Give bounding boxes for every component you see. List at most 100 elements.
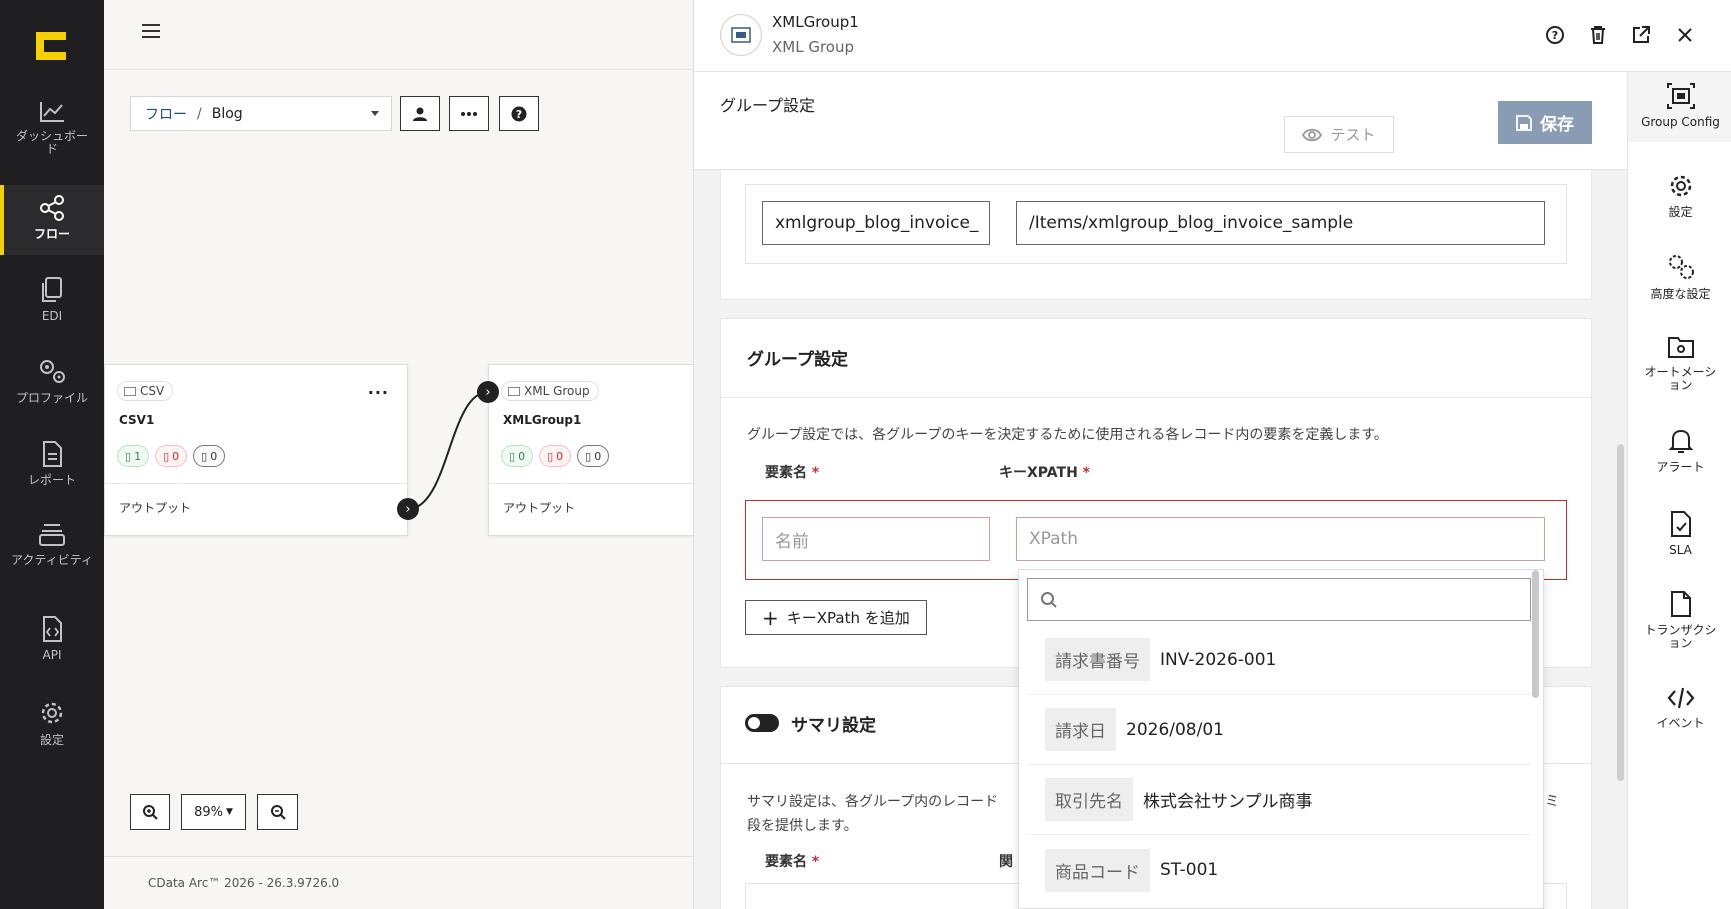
pending-count-badge[interactable]: ▯ 0 — [193, 445, 226, 467]
success-count-badge[interactable]: ▯ 0 — [501, 445, 534, 467]
help-circle-icon: ? — [1546, 26, 1564, 44]
left-sidebar: ダッシュボード フロー EDI プロファイル レポート アクティビティ API … — [0, 0, 104, 909]
pending-count: 0 — [210, 449, 218, 463]
tab-label: SLA — [1669, 543, 1692, 557]
test-button[interactable]: テスト — [1284, 116, 1394, 153]
delete-button[interactable] — [1587, 24, 1609, 46]
add-key-xpath-button[interactable]: + キーXPath を追加 — [745, 600, 927, 635]
close-button[interactable] — [1674, 24, 1696, 46]
tab-transactions[interactable]: トランザクション — [1628, 590, 1731, 650]
external-link-icon — [1633, 26, 1650, 43]
zoom-level: 89% — [194, 804, 223, 820]
xml-group-icon — [731, 27, 751, 43]
error-count: 0 — [556, 449, 564, 463]
code-icon — [1667, 687, 1694, 709]
nav-dashboard[interactable]: ダッシュボード — [0, 100, 104, 156]
flow-canvas[interactable]: フロー / Blog ? CSV ··· CSV1 ▯ 1 ▯ 0 ▯ 0 アウトプッ… — [104, 0, 693, 909]
tab-label: アラート — [1656, 460, 1705, 474]
save-label: 保存 — [1540, 115, 1574, 135]
success-count: 1 — [134, 449, 142, 463]
xml-group-icon — [508, 386, 520, 396]
element-name-input[interactable]: 名前 — [762, 517, 990, 561]
save-button[interactable]: 保存 — [1498, 101, 1592, 144]
nav-edi[interactable]: EDI — [0, 276, 104, 323]
error-count-badge[interactable]: ▯ 0 — [155, 445, 188, 467]
row-container: xmlgroup_blog_invoice_ /Items/xmlgroup_b… — [745, 184, 1567, 264]
trash-icon — [1591, 26, 1605, 44]
node-type-label: CSV — [140, 384, 165, 398]
tab-sla[interactable]: SLA — [1628, 510, 1731, 557]
plus-icon: + — [762, 605, 779, 630]
tab-group-config[interactable]: Group Config — [1628, 72, 1731, 142]
panel-content[interactable]: グループ設定 テスト 保存 xmlgroup_blog_invoice_ /It… — [694, 72, 1627, 909]
app-logo[interactable] — [34, 30, 68, 62]
error-count: 0 — [172, 449, 180, 463]
tab-advanced[interactable]: 高度な設定 — [1628, 252, 1731, 301]
dropdown-option[interactable]: 取引先名 株式会社サンプル商事 — [1027, 765, 1531, 835]
dropdown-option[interactable]: 請求書番号 INV-2026-001 — [1027, 625, 1531, 695]
file-error-icon: ▯ — [547, 449, 554, 463]
option-value: ST-001 — [1160, 860, 1219, 880]
output-port-icon[interactable]: › — [397, 498, 419, 520]
copyright: CData Arc™ 2026 - 26.3.9726.0 — [148, 876, 340, 890]
csv-node[interactable]: CSV ··· CSV1 ▯ 1 ▯ 0 ▯ 0 アウトプット — [104, 364, 408, 536]
file-icon: ▯ — [585, 449, 592, 463]
summary-partial-label: 関 — [999, 854, 1013, 870]
pending-count-badge[interactable]: ▯ 0 — [577, 445, 610, 467]
code-file-icon — [43, 616, 62, 642]
open-new-window-button[interactable] — [1630, 24, 1652, 46]
xpath-suggestion-dropdown[interactable]: 請求書番号 INV-2026-001 請求日 2026/08/01 取引先名 株… — [1018, 569, 1544, 909]
nav-label: フロー — [33, 227, 70, 241]
tab-label: オートメーション — [1644, 365, 1717, 392]
nav-reports[interactable]: レポート — [0, 440, 104, 487]
zoom-in-button[interactable] — [130, 794, 170, 830]
help-button[interactable]: ? — [1544, 24, 1566, 46]
tab-automation[interactable]: オートメーション — [1628, 334, 1731, 392]
option-value: 2026/08/01 — [1126, 719, 1224, 740]
dropdown-search-input[interactable] — [1027, 578, 1531, 621]
zoom-out-button[interactable] — [257, 794, 298, 830]
card-title: グループ設定 — [747, 350, 848, 370]
dropdown-option[interactable]: 請求日 2026/08/01 — [1027, 695, 1531, 765]
file-error-icon: ▯ — [163, 449, 170, 463]
summary-description: サマリ設定は、各グループ内のレコード — [747, 794, 999, 810]
option-value: 株式会社サンプル商事 — [1143, 792, 1313, 812]
xmlgroup-node[interactable]: XML Group XMLGroup1 ▯ 0 ▯ 0 ▯ 0 アウトプット — [488, 364, 693, 536]
key-xpath-input[interactable]: XPath — [1016, 517, 1545, 561]
stack-icon — [39, 524, 65, 546]
group-xpath-field[interactable]: /Items/xmlgroup_blog_invoice_sample — [1016, 201, 1545, 245]
nav-api[interactable]: API — [0, 615, 104, 662]
tab-settings[interactable]: 設定 — [1628, 172, 1731, 219]
error-count-badge[interactable]: ▯ 0 — [539, 445, 572, 467]
input-port-icon[interactable]: › — [477, 381, 499, 403]
summary-element-name-label: 要素名 * — [765, 854, 820, 870]
svg-text:?: ? — [1552, 29, 1558, 42]
pending-count: 0 — [594, 449, 602, 463]
card-description: グループ設定では、各グループのキーを決定するために使用される各レコード内の要素を… — [747, 427, 1388, 443]
zoom-level-select[interactable]: 89% ▼ — [181, 794, 246, 830]
tab-events[interactable]: イベント — [1628, 685, 1731, 730]
search-icon — [1041, 592, 1057, 608]
nav-activity[interactable]: アクティビティ — [0, 520, 104, 567]
folder-gear-icon — [1667, 337, 1694, 358]
tab-label: トランザクション — [1644, 623, 1717, 650]
nav-label: アクティビティ — [11, 553, 93, 567]
save-icon — [1516, 114, 1532, 131]
connector-avatar — [720, 14, 762, 56]
share-nodes-icon — [40, 195, 64, 221]
group-config-icon — [1666, 83, 1695, 109]
dropdown-option[interactable]: 商品コード ST-001 — [1027, 835, 1531, 905]
summary-toggle[interactable] — [745, 714, 779, 732]
nav-settings[interactable]: 設定 — [0, 698, 104, 747]
node-menu-icon[interactable]: ··· — [368, 383, 389, 402]
tab-alerts[interactable]: アラート — [1628, 427, 1731, 474]
success-count-badge[interactable]: ▯ 1 — [117, 445, 150, 467]
dropdown-scrollbar[interactable] — [1532, 570, 1539, 698]
content-scrollbar[interactable] — [1617, 444, 1624, 781]
success-count: 0 — [518, 449, 526, 463]
nav-flows[interactable]: フロー — [0, 185, 104, 255]
nav-profile[interactable]: プロファイル — [0, 356, 104, 405]
group-name-field[interactable]: xmlgroup_blog_invoice_ — [762, 201, 990, 245]
gear-icon — [1670, 175, 1691, 197]
option-key: 請求書番号 — [1045, 638, 1150, 681]
